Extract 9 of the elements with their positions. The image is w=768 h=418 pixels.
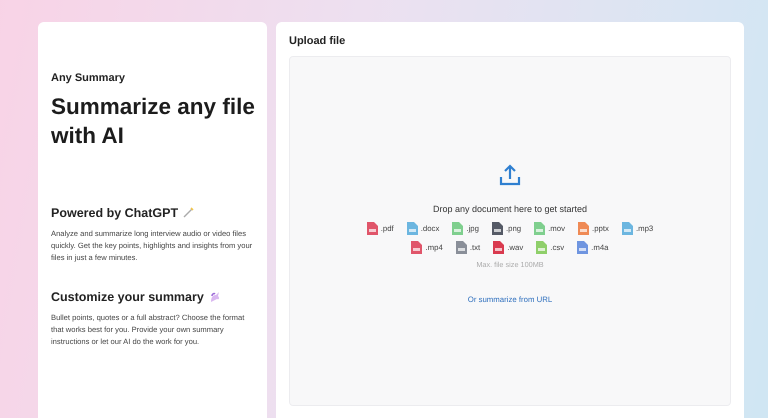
magic-wand-icon	[183, 207, 194, 218]
brand-name: Any Summary	[51, 72, 126, 84]
upload-title: Upload file	[289, 35, 346, 47]
unicorn-icon	[208, 290, 221, 303]
headline: Summarize any file with AI	[51, 93, 255, 150]
drop-prompt: Drop any document here to get started	[432, 204, 588, 214]
feature-title: Customize your summary	[51, 290, 204, 304]
feature-title: Powered by ChatGPT	[51, 206, 178, 220]
upload-icon	[499, 164, 521, 186]
